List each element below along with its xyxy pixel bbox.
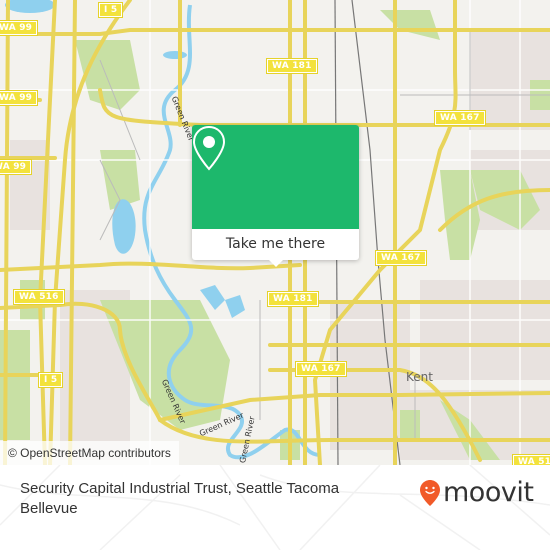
take-me-there-button[interactable]: Take me there	[192, 229, 359, 260]
popup-pointer	[268, 259, 284, 267]
route-shield-label: WA 167	[381, 253, 421, 263]
location-pin-icon	[192, 125, 226, 171]
route-shield-wa99: WA 99	[0, 21, 38, 35]
route-shield-wa99: WA 99	[0, 160, 32, 174]
route-shield-wa181: WA 181	[268, 292, 318, 306]
moovit-logo[interactable]: moovit	[419, 477, 534, 508]
city-label-kent: Kent	[406, 370, 433, 384]
route-shield-wa167: WA 167	[435, 111, 485, 125]
route-shield-wa167: WA 167	[296, 362, 346, 376]
map-attribution[interactable]: © OpenStreetMap contributors	[0, 441, 179, 465]
route-shield-wa181: WA 181	[267, 59, 317, 73]
route-shield-wa167: WA 167	[376, 251, 426, 265]
route-shield-wa516: WA 516	[14, 290, 64, 304]
footer: Security Capital Industrial Trust, Seatt…	[0, 465, 550, 550]
route-shield-label: I 5	[104, 5, 118, 15]
route-shield-label: I 5	[44, 375, 58, 385]
route-shield-label: WA 167	[440, 113, 480, 123]
route-shield-label: WA 181	[273, 294, 313, 304]
route-shield-label: WA 99	[0, 93, 33, 103]
route-shield-label: WA 99	[0, 23, 33, 33]
moovit-pin-icon	[420, 479, 440, 506]
route-shield-label: WA 99	[0, 162, 27, 172]
place-title: Security Capital Industrial Trust, Seatt…	[20, 480, 340, 517]
route-shield-i5: I 5	[39, 373, 63, 387]
route-shield-label: WA 516	[518, 457, 550, 465]
route-shield-wa516: WA 516	[513, 455, 550, 465]
route-shield-wa99: WA 99	[0, 91, 38, 105]
brand-name: moovit	[443, 477, 534, 508]
location-popup: Take me there	[192, 125, 359, 260]
map[interactable]: I 5 WA 99 WA 99 WA 99 WA 181 WA 167 WA 1…	[0, 0, 550, 465]
route-shield-label: WA 516	[19, 292, 59, 302]
route-shield-label: WA 181	[272, 61, 312, 71]
route-shield-i5: I 5	[99, 3, 123, 17]
popup-header	[192, 125, 359, 229]
route-shield-label: WA 167	[301, 364, 341, 374]
